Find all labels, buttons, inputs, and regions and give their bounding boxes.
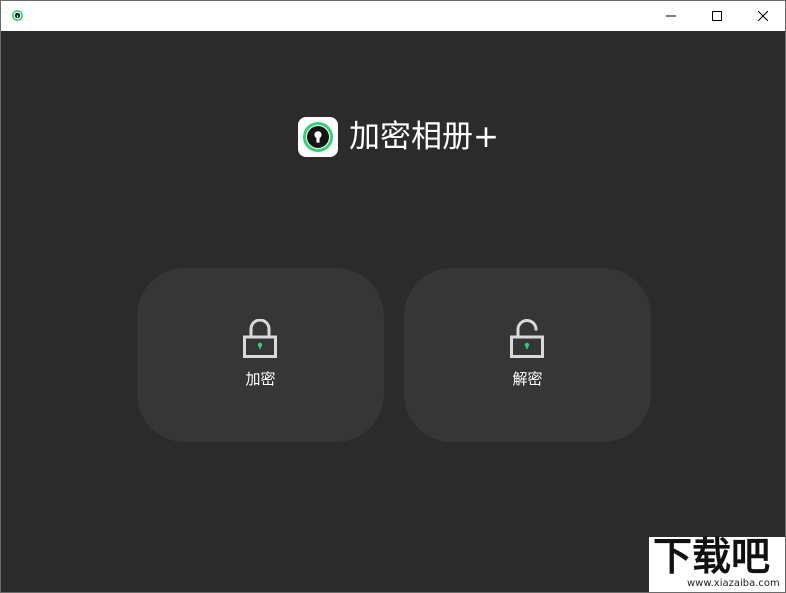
maximize-button[interactable] [694, 1, 740, 31]
lock-closed-icon [243, 319, 277, 358]
watermark: 下载吧 www.xiazaiba.com [649, 537, 785, 592]
lock-open-icon [510, 319, 544, 358]
main-content: 加密相册+ 加密 解密 [1, 31, 785, 592]
minimize-icon [666, 15, 676, 17]
decrypt-button[interactable]: 解密 [404, 268, 651, 442]
app-window: 加密相册+ 加密 解密 下载吧 www.xiazaiba.com [0, 0, 786, 593]
watermark-text: 下载吧 [653, 535, 771, 580]
encrypt-button[interactable]: 加密 [137, 268, 384, 442]
keyhole-logo-icon [303, 122, 333, 152]
close-button[interactable] [740, 1, 785, 31]
decrypt-label: 解密 [512, 370, 543, 388]
minimize-button[interactable] [648, 1, 694, 31]
maximize-icon [712, 11, 722, 21]
title-bar[interactable] [1, 1, 785, 31]
watermark-url: www.xiazaiba.com [687, 578, 780, 589]
app-logo [298, 117, 338, 157]
encrypt-label: 加密 [245, 370, 276, 388]
eye-lock-icon [12, 10, 23, 21]
close-icon [758, 11, 768, 21]
app-title: 加密相册+ [349, 119, 499, 155]
